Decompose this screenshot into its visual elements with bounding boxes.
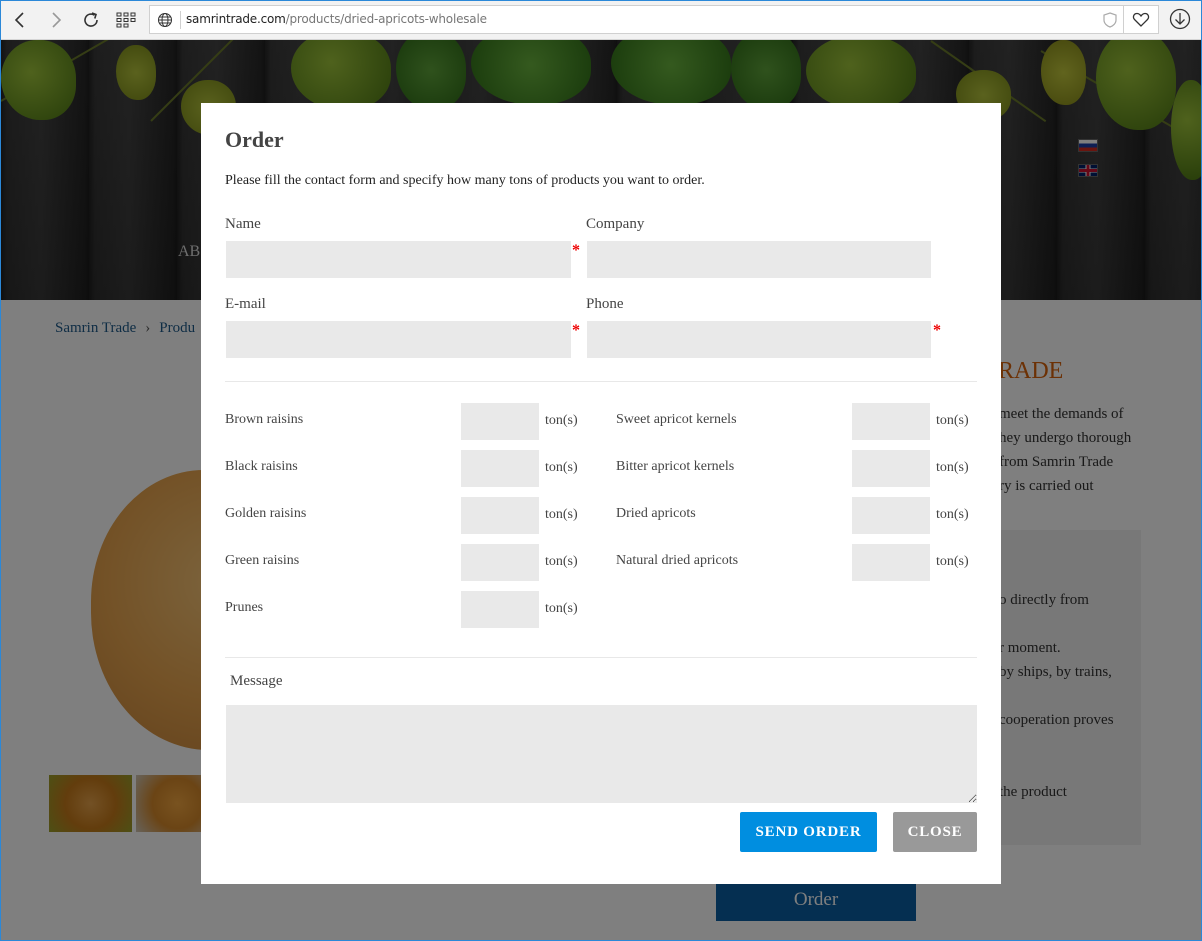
email-label: E-mail	[225, 296, 266, 312]
quantity-input[interactable]	[852, 497, 930, 534]
unit-label: ton(s)	[545, 507, 578, 522]
unit-label: ton(s)	[936, 413, 969, 428]
browser-toolbar: samrintrade.com/products/dried-apricots-…	[0, 0, 1202, 40]
unit-label: ton(s)	[545, 460, 578, 475]
product-label: Prunes	[225, 600, 264, 615]
name-label: Name	[225, 216, 261, 232]
favorite-heart-icon[interactable]	[1132, 12, 1150, 28]
divider	[225, 657, 977, 658]
message-textarea[interactable]	[226, 705, 977, 803]
shield-icon[interactable]	[1103, 12, 1117, 28]
product-label: Golden raisins	[225, 506, 307, 521]
back-button[interactable]	[6, 6, 34, 34]
refresh-icon	[84, 12, 98, 27]
order-modal: Order Please fill the contact form and s…	[201, 103, 1001, 884]
address-separator	[180, 11, 181, 29]
product-label: Sweet apricot kernels	[616, 412, 737, 427]
modal-intro: Please fill the contact form and specify…	[225, 173, 705, 188]
unit-label: ton(s)	[936, 507, 969, 522]
phone-label: Phone	[586, 296, 624, 312]
product-label: Dried apricots	[616, 506, 696, 521]
unit-label: ton(s)	[545, 601, 578, 616]
product-label: Black raisins	[225, 459, 298, 474]
favorite-separator	[1123, 6, 1124, 33]
unit-label: ton(s)	[545, 413, 578, 428]
name-field[interactable]	[226, 241, 571, 278]
quantity-input[interactable]	[852, 544, 930, 581]
quantity-input[interactable]	[461, 544, 539, 581]
quantity-input[interactable]	[461, 450, 539, 487]
product-label: Brown raisins	[225, 412, 304, 427]
unit-label: ton(s)	[545, 554, 578, 569]
product-label: Green raisins	[225, 553, 300, 568]
message-label: Message	[230, 673, 283, 689]
required-marker: *	[572, 322, 580, 339]
url-text[interactable]: samrintrade.com/products/dried-apricots-…	[186, 12, 487, 26]
quantity-input[interactable]	[852, 450, 930, 487]
quantity-input[interactable]	[461, 403, 539, 440]
download-icon[interactable]	[1168, 7, 1192, 31]
product-label: Natural dried apricots	[616, 553, 739, 568]
company-label: Company	[586, 216, 645, 232]
quantity-input[interactable]	[852, 403, 930, 440]
unit-label: ton(s)	[936, 460, 969, 475]
apps-grid-icon	[116, 12, 136, 28]
close-button[interactable]: CLOSE	[893, 812, 977, 852]
url-path: /products/dried-apricots-wholesale	[285, 12, 487, 26]
back-icon	[14, 12, 24, 28]
forward-button[interactable]	[42, 6, 70, 34]
required-marker: *	[933, 322, 941, 339]
quantity-input[interactable]	[461, 497, 539, 534]
required-marker: *	[572, 242, 580, 259]
forward-icon	[52, 12, 62, 28]
divider	[225, 381, 977, 382]
modal-title: Order	[225, 127, 284, 152]
company-field[interactable]	[587, 241, 931, 278]
address-bar[interactable]: samrintrade.com/products/dried-apricots-…	[149, 5, 1159, 34]
unit-label: ton(s)	[936, 554, 969, 569]
url-host: samrintrade.com	[186, 12, 286, 26]
phone-field[interactable]	[587, 321, 931, 358]
email-field[interactable]	[226, 321, 571, 358]
globe-icon	[158, 13, 172, 27]
send-order-button[interactable]: SEND ORDER	[740, 812, 877, 852]
product-label: Bitter apricot kernels	[616, 459, 735, 474]
quantity-input[interactable]	[461, 591, 539, 628]
apps-button[interactable]	[112, 6, 140, 34]
refresh-button[interactable]	[77, 6, 105, 34]
